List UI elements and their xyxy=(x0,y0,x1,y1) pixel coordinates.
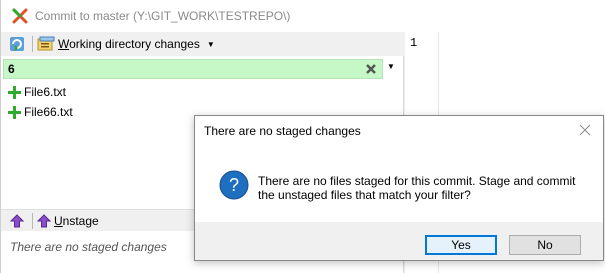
working-directory-label: Working directory changes xyxy=(58,37,200,51)
working-directory-icon xyxy=(37,36,55,51)
toolbar-separator xyxy=(32,36,33,52)
dialog-message: There are no files staged for this commi… xyxy=(258,174,576,202)
svg-text:?: ? xyxy=(229,175,239,195)
dialog-title-bar: There are no staged changes xyxy=(195,116,603,146)
refresh-button[interactable] xyxy=(7,34,27,54)
dialog-title: There are no staged changes xyxy=(204,124,361,138)
window-title: Commit to master (Y:\GIT_WORK\TESTREPO\) xyxy=(35,9,291,23)
unstaged-toolbar: Working directory changes ▼ xyxy=(1,32,404,56)
close-icon[interactable] xyxy=(579,124,591,136)
unstage-button[interactable]: Unstage xyxy=(37,211,99,231)
arrow-up-icon xyxy=(10,213,24,227)
filter-input[interactable] xyxy=(3,59,383,79)
git-extensions-icon xyxy=(12,8,28,24)
list-item[interactable]: File6.txt xyxy=(1,82,404,102)
line-number: 1 xyxy=(410,36,418,50)
refresh-icon xyxy=(10,37,24,51)
yes-button[interactable]: Yes xyxy=(425,235,497,255)
file-name: File66.txt xyxy=(24,105,73,119)
filter-row: ▼ xyxy=(1,59,404,79)
close-icon xyxy=(366,64,376,74)
staged-empty-message: There are no staged changes xyxy=(10,240,167,254)
question-icon: ? xyxy=(219,170,249,200)
working-directory-dropdown[interactable]: Working directory changes ▼ xyxy=(37,34,215,54)
unstage-label: Unstage xyxy=(54,213,99,228)
dialog-footer: Yes No xyxy=(195,222,603,260)
clear-filter-button[interactable] xyxy=(363,61,379,77)
unstage-all-button[interactable] xyxy=(7,211,27,231)
chevron-down-icon: ▼ xyxy=(206,39,215,49)
filter-dropdown-button[interactable]: ▼ xyxy=(387,62,395,71)
toolbar-separator xyxy=(32,212,33,229)
no-button[interactable]: No xyxy=(509,235,581,255)
confirm-dialog: There are no staged changes ? There are … xyxy=(194,115,604,261)
dialog-body: ? There are no files staged for this com… xyxy=(195,146,603,222)
plus-icon xyxy=(8,105,21,119)
arrow-up-icon xyxy=(37,213,51,227)
plus-icon xyxy=(8,85,21,99)
file-name: File6.txt xyxy=(24,85,67,99)
title-bar: Commit to master (Y:\GIT_WORK\TESTREPO\) xyxy=(1,0,605,32)
